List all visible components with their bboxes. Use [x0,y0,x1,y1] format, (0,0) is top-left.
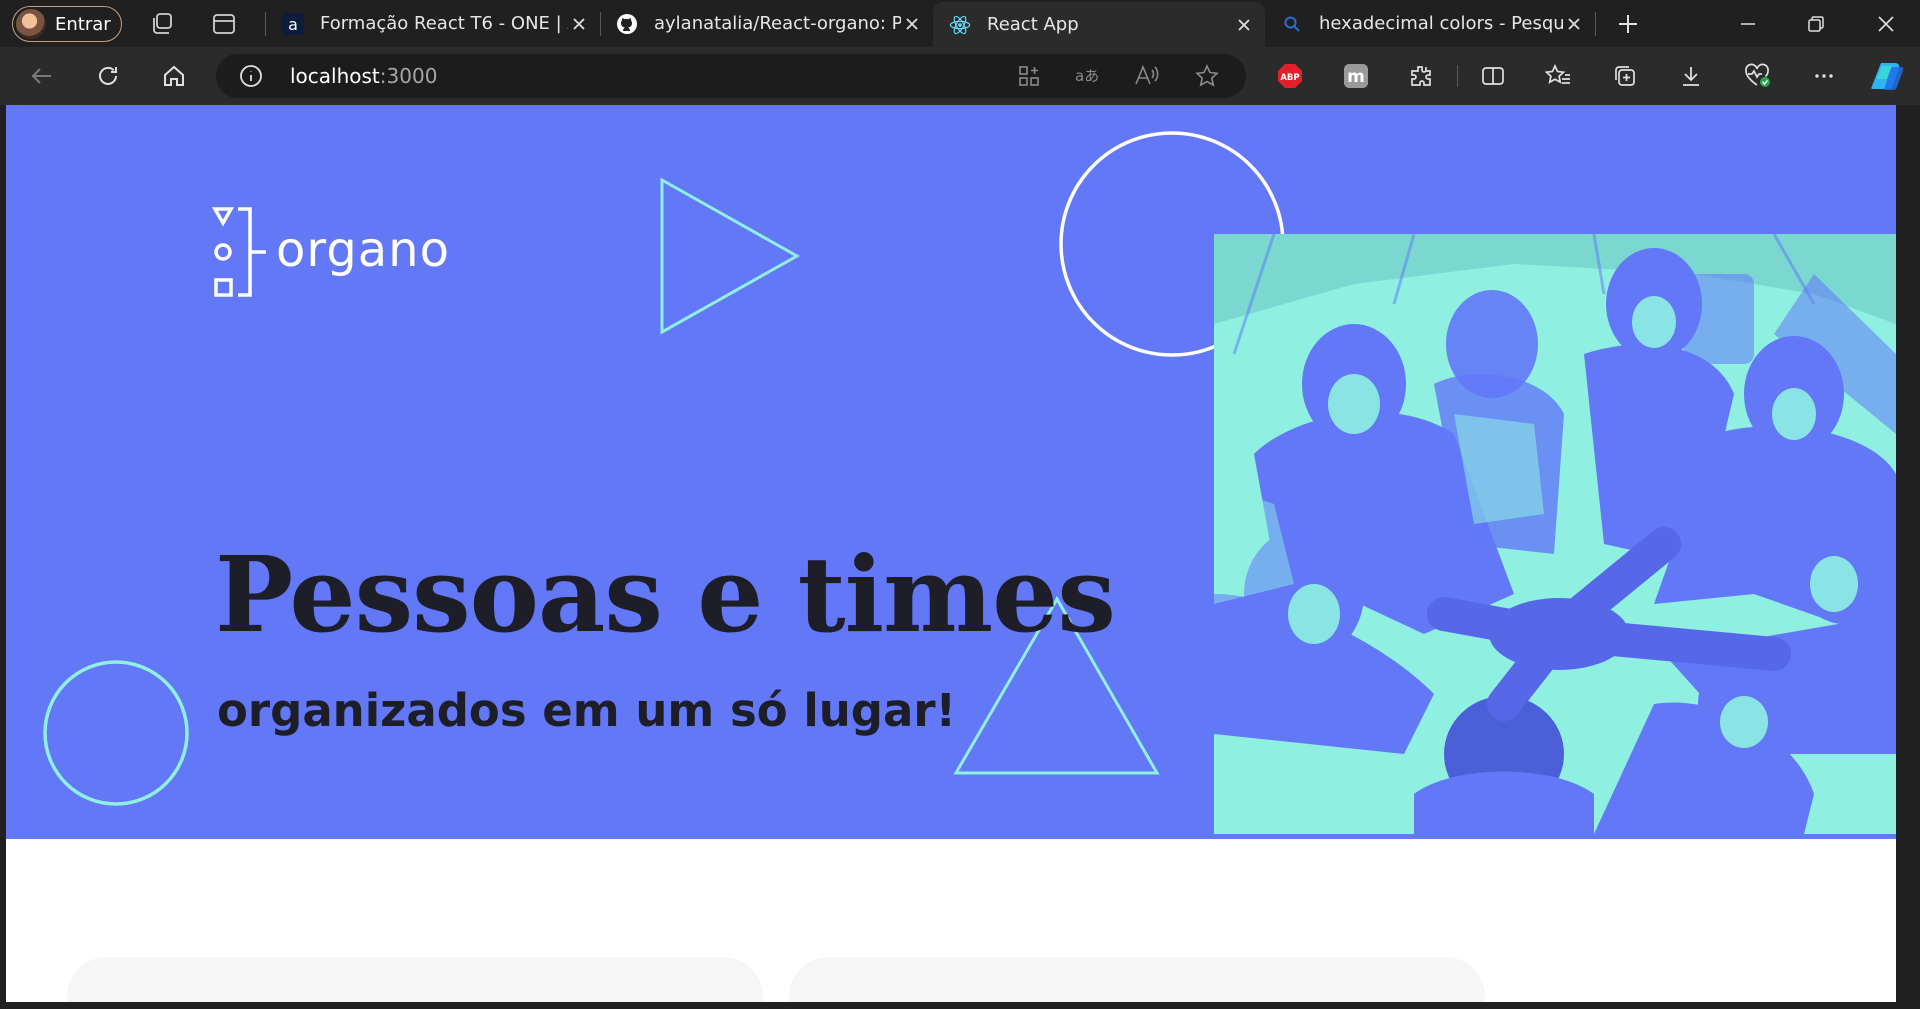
more-options-icon[interactable] [1809,61,1839,91]
team-hands-photo [1214,234,1896,834]
search-icon [1281,13,1303,35]
copilot-icon[interactable] [1870,61,1906,91]
tab-title: React App [987,14,1079,35]
team-card-left [67,957,763,1002]
home-icon[interactable] [159,61,189,91]
vertical-tabs-icon[interactable] [210,10,238,38]
tab-strip: Entrar a Formação React T6 - ONE | Al ay… [0,0,1920,47]
translate-icon[interactable]: aあ [1073,61,1103,91]
extensions-puzzle-icon[interactable] [1406,61,1436,91]
profile-label: Entrar [55,13,111,35]
decorative-circle-small [43,660,189,806]
page-viewport: organo Pessoas e times organizados em um… [6,105,1896,1002]
close-window-icon[interactable] [1852,0,1920,47]
toolbar-divider [1457,65,1458,87]
browser-toolbar: localhost:3000 aあ ABP m [0,47,1920,105]
collections-icon[interactable] [1610,61,1640,91]
tab-title: aylanatalia/React-organo: Prir [654,13,901,34]
tab-react-app[interactable]: React App [933,2,1265,47]
hero-headline: Pessoas e times [215,533,1116,656]
read-aloud-icon[interactable] [1132,61,1162,91]
browser-essentials-icon[interactable] [1743,61,1773,91]
tab-bing-search[interactable]: hexadecimal colors - Pesquisa [1265,0,1595,47]
back-icon[interactable] [27,61,57,91]
site-info-icon[interactable] [236,61,266,91]
minimize-icon[interactable] [1714,0,1782,47]
window-bottom-edge [0,1002,1920,1009]
url-text[interactable]: localhost:3000 [290,64,437,88]
tab-title: hexadecimal colors - Pesquisa [1319,13,1563,34]
tab-github[interactable]: aylanatalia/React-organo: Prir [600,0,933,47]
svg-text:aあ: aあ [1075,67,1099,85]
split-screen-icon[interactable] [1478,61,1508,91]
favorite-star-icon[interactable] [1192,61,1222,91]
github-icon [616,13,638,35]
favorites-icon[interactable] [1543,61,1573,91]
m-extension-icon[interactable]: m [1341,61,1371,91]
team-photo-illustration [1214,234,1896,834]
close-tab-icon[interactable] [1563,13,1585,35]
close-tab-icon[interactable] [568,13,590,35]
address-bar[interactable]: localhost:3000 aあ [216,54,1246,98]
close-tab-icon[interactable] [901,13,923,35]
tab-title: Formação React T6 - ONE | Al [320,13,568,34]
avatar [16,9,46,39]
organo-logo-mark-icon [212,207,266,297]
svg-text:a: a [288,15,298,34]
refresh-icon[interactable] [93,61,123,91]
organo-logo[interactable]: organo [212,202,450,302]
svg-text:m: m [1347,67,1365,87]
logo-text: organo [276,222,450,278]
app-available-icon[interactable] [1014,61,1044,91]
alura-icon: a [282,12,304,35]
new-tab-icon[interactable] [1614,10,1642,38]
profile-button[interactable]: Entrar [12,6,122,42]
tab-alura[interactable]: a Formação React T6 - ONE | Al [266,0,600,47]
close-tab-icon[interactable] [1233,14,1255,36]
svg-text:ABP: ABP [1280,73,1299,83]
restore-icon[interactable] [1782,0,1850,47]
adblock-plus-icon[interactable]: ABP [1275,61,1305,91]
tab-separator [1595,12,1596,36]
hero-subheadline: organizados em um só lugar! [217,684,957,737]
hero-banner: organo Pessoas e times organizados em um… [6,105,1896,839]
workspaces-icon[interactable] [148,10,176,38]
team-card-right [789,957,1485,1002]
decorative-triangle-play [660,177,801,335]
downloads-icon[interactable] [1676,61,1706,91]
react-icon [949,14,971,36]
